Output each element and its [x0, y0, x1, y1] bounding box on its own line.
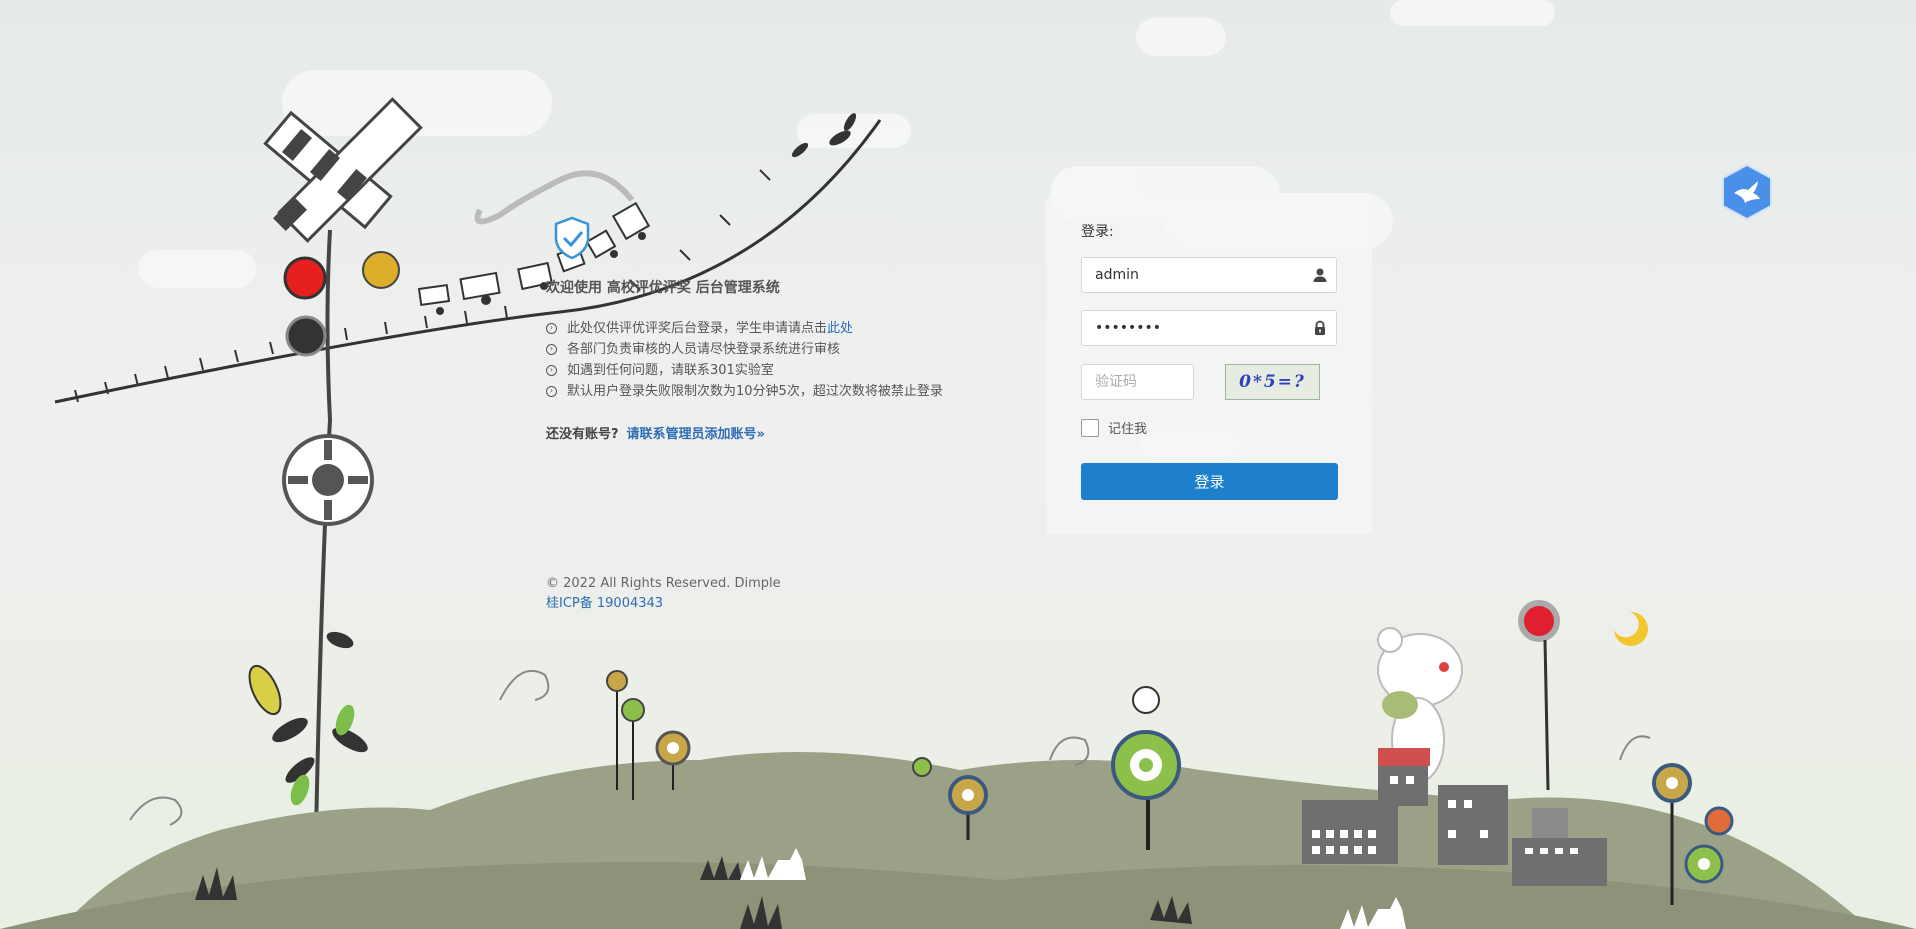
no-account-prompt: 还没有账号? 请联系管理员添加账号»	[546, 423, 765, 442]
circle-arrow-icon: ›	[546, 365, 557, 376]
bird-shield-icon	[1722, 163, 1772, 221]
background-illustration	[0, 0, 1916, 929]
circle-arrow-icon: ›	[546, 386, 557, 397]
notice-text: 各部门负责审核的人员请尽快登录系统进行审核	[567, 342, 841, 357]
notice-item: › 此处仅供评优评奖后台登录，学生申请请点击 此处	[546, 318, 943, 339]
contact-admin-link[interactable]: 请联系管理员添加账号»	[627, 427, 765, 442]
welcome-title: 欢迎使用 高校评优评奖 后台管理系统	[546, 280, 780, 296]
notice-item: › 如遇到任何问题，请联系301实验室	[546, 360, 943, 381]
password-input[interactable]	[1095, 311, 1295, 345]
circle-arrow-icon: ›	[546, 323, 557, 334]
circle-arrow-icon: ›	[546, 344, 557, 355]
remember-checkbox[interactable]	[1081, 418, 1099, 437]
notice-text: 如遇到任何问题，请联系301实验室	[567, 363, 774, 378]
remember-me[interactable]: 记住我	[1081, 418, 1147, 437]
password-field	[1081, 310, 1337, 346]
lock-icon	[1315, 320, 1325, 335]
captcha-input[interactable]	[1095, 365, 1185, 399]
footer: © 2022 All Rights Reserved. Dimple 桂ICP备…	[546, 574, 781, 614]
student-apply-link[interactable]: 此处	[827, 318, 853, 339]
no-account-label: 还没有账号?	[546, 427, 619, 442]
username-field	[1081, 257, 1337, 293]
icp-link[interactable]: 桂ICP备 19004343	[546, 596, 663, 611]
notice-item: › 各部门负责审核的人员请尽快登录系统进行审核	[546, 339, 943, 360]
notice-list: › 此处仅供评优评奖后台登录，学生申请请点击 此处 › 各部门负责审核的人员请尽快…	[546, 318, 943, 402]
login-button[interactable]: 登录	[1081, 463, 1338, 500]
user-icon	[1313, 268, 1327, 282]
login-heading: 登录:	[1081, 224, 1114, 240]
notice-text: 此处仅供评优评奖后台登录，学生申请请点击	[567, 321, 828, 336]
copyright-text: © 2022 All Rights Reserved. Dimple	[546, 576, 781, 591]
notice-item: › 默认用户登录失败限制次数为10分钟5次，超过次数将被禁止登录	[546, 381, 943, 402]
notice-text: 默认用户登录失败限制次数为10分钟5次，超过次数将被禁止登录	[567, 384, 943, 399]
remember-label: 记住我	[1108, 422, 1148, 437]
captcha-field	[1081, 364, 1194, 400]
username-input[interactable]	[1095, 258, 1295, 292]
login-panel: 登录: 0*5=? 记住我 登录	[1046, 197, 1372, 534]
captcha-image[interactable]: 0*5=?	[1225, 364, 1320, 400]
